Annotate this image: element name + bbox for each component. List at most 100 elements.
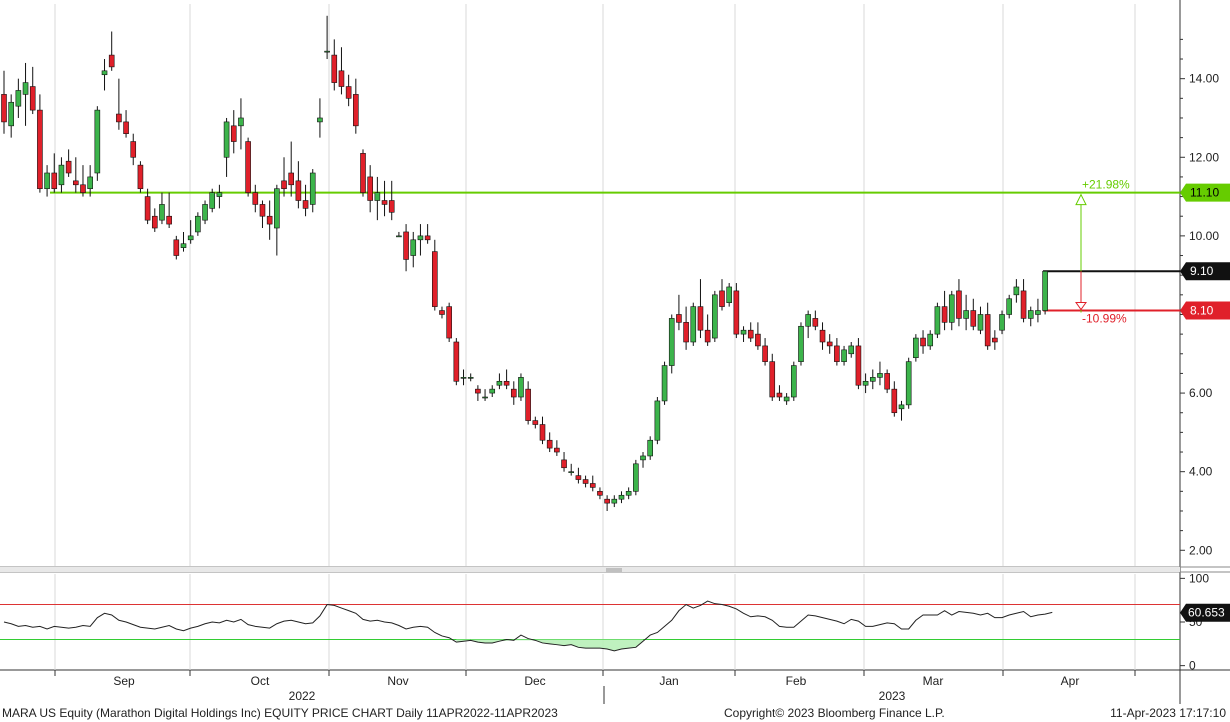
y-tick-label: 4.00 — [1189, 465, 1213, 479]
candle-body — [73, 180, 79, 186]
candle-body — [439, 310, 445, 315]
candle-body — [1006, 298, 1013, 315]
candle-body — [532, 420, 539, 425]
candle-body — [44, 172, 50, 190]
rsi-line — [3, 600, 1053, 652]
candle-body — [740, 329, 747, 335]
candle-body — [546, 439, 553, 449]
candle-body — [798, 325, 804, 362]
candle-body — [302, 200, 309, 209]
candle-body — [561, 459, 567, 469]
x-month-label: Oct — [251, 674, 270, 688]
candle-body — [489, 388, 496, 394]
candle-body — [216, 192, 223, 197]
candle-body — [309, 172, 316, 205]
candle-body — [999, 314, 1005, 331]
candle-body — [927, 333, 934, 347]
candle-body — [144, 196, 151, 221]
candle-body — [1020, 290, 1027, 319]
candle-body — [539, 424, 546, 441]
candle-body — [51, 172, 58, 190]
candle-body — [503, 380, 510, 386]
candle-body — [173, 239, 180, 256]
down-arrow-head — [1075, 302, 1087, 311]
candle-body — [180, 243, 187, 248]
loss-percent-annotation: -10.99% — [1082, 312, 1127, 326]
candle-body — [934, 306, 941, 335]
price-tag-11-10: 11.10 — [1190, 186, 1219, 200]
chart-description: MARA US Equity (Marathon Digital Holding… — [2, 706, 558, 720]
candle-body — [101, 70, 108, 76]
price-tag-9-10: 9.10 — [1190, 264, 1214, 278]
candle-body — [166, 215, 172, 225]
candle-body — [317, 117, 323, 123]
candle-body — [525, 388, 531, 421]
candle-body — [353, 94, 359, 127]
candle-body — [611, 498, 618, 504]
candle-body — [855, 345, 862, 386]
candle-body — [238, 117, 244, 127]
y-tick-label: 14.00 — [1189, 72, 1219, 86]
candle-body — [776, 392, 783, 398]
candle-body — [431, 251, 438, 307]
candle-body — [668, 318, 675, 366]
gain-percent-annotation: +21.98% — [1082, 178, 1130, 192]
candle-body — [913, 337, 919, 359]
candle-body — [992, 337, 998, 343]
candle-body — [1042, 270, 1048, 311]
y-tick-label: 2.00 — [1189, 543, 1213, 557]
candle-body — [862, 380, 869, 386]
candle-body — [345, 86, 352, 99]
candle-body — [726, 286, 732, 303]
candle-body — [1027, 310, 1034, 319]
candle-body — [769, 361, 776, 398]
candle-body — [948, 294, 955, 323]
rsi-y-tick-label: 100 — [1189, 571, 1209, 585]
x-year-label: 2023 — [879, 689, 906, 703]
candle-body — [58, 164, 65, 186]
candle-body — [496, 380, 503, 386]
candle-body — [834, 345, 840, 362]
candle-body — [597, 491, 603, 496]
candle-body — [381, 200, 388, 205]
candle-body — [360, 153, 366, 193]
candle-body — [956, 290, 962, 319]
candle-body — [970, 310, 977, 327]
candle-body — [575, 475, 582, 480]
candle-body — [733, 290, 740, 335]
candle-body — [640, 455, 646, 461]
candle-body — [410, 239, 417, 256]
x-month-label: Apr — [1061, 674, 1080, 688]
candle-body — [295, 180, 302, 201]
candle-body — [755, 333, 761, 347]
candle-body — [697, 306, 704, 331]
candle-body — [661, 365, 668, 402]
candle-body — [826, 341, 833, 347]
candle-body — [202, 204, 208, 221]
candle-body — [683, 322, 689, 343]
candle-body — [805, 314, 811, 327]
x-month-label: Mar — [923, 674, 944, 688]
candle-body — [625, 491, 632, 496]
x-month-label: Nov — [387, 674, 408, 688]
candle-body — [676, 314, 682, 323]
candle-body — [582, 479, 589, 484]
candle-body — [905, 361, 912, 406]
candle-body — [37, 109, 43, 190]
candle-body — [618, 494, 625, 500]
candle-body — [151, 215, 158, 229]
candle-body — [245, 141, 251, 193]
candle-body — [510, 388, 517, 398]
candle-body — [963, 310, 969, 319]
candle-body — [1, 94, 7, 123]
candle-body — [187, 235, 194, 241]
candle-body — [424, 235, 431, 241]
candle-body — [712, 294, 718, 339]
chart-svg: 2.004.006.008.0010.0012.0014.00SepOctNov… — [0, 0, 1230, 704]
candle-body — [252, 192, 259, 205]
candle-body — [704, 329, 711, 343]
y-tick-label: 12.00 — [1189, 150, 1219, 164]
candle-body — [460, 377, 467, 379]
candle-body — [783, 396, 790, 402]
candle-body — [259, 204, 266, 217]
